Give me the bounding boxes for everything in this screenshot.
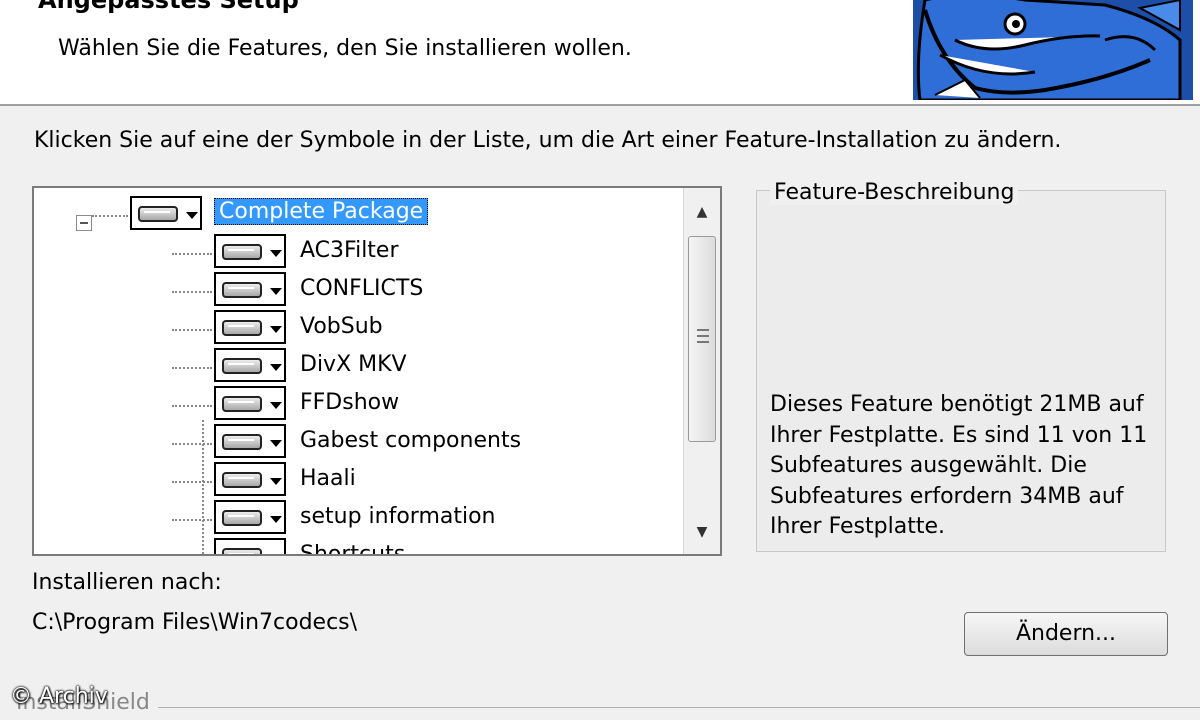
chevron-down-icon	[270, 364, 282, 371]
install-location-label: Installieren nach:	[32, 570, 222, 595]
feature-install-dropdown[interactable]	[214, 348, 286, 382]
feature-install-dropdown[interactable]	[214, 386, 286, 420]
tree-item-label[interactable]: Haali	[300, 466, 356, 491]
feature-install-dropdown[interactable]	[214, 272, 286, 306]
harddisk-icon	[222, 472, 262, 488]
tree-row-root[interactable]: Complete Package	[34, 196, 684, 234]
scroll-up-arrow-icon[interactable]: ▲	[684, 194, 720, 230]
chevron-down-icon	[270, 250, 282, 257]
chevron-down-icon	[186, 212, 198, 219]
tree-item-label[interactable]: Gabest components	[300, 428, 521, 453]
vertical-scrollbar[interactable]: ▲ ▼	[683, 188, 720, 554]
footer-divider	[158, 707, 1200, 708]
feature-install-dropdown[interactable]	[214, 462, 286, 496]
tree-row[interactable]: DivX MKV	[34, 348, 684, 386]
tree-item-label[interactable]: AC3Filter	[300, 238, 399, 263]
harddisk-icon	[222, 358, 262, 374]
scroll-down-arrow-icon[interactable]: ▼	[684, 514, 720, 550]
tree-item-label[interactable]: CONFLICTS	[300, 276, 423, 301]
feature-install-dropdown[interactable]	[130, 196, 202, 230]
chevron-down-icon	[270, 402, 282, 409]
harddisk-icon	[222, 320, 262, 336]
harddisk-icon	[138, 206, 178, 222]
tree-item-label[interactable]: VobSub	[300, 314, 383, 339]
chevron-down-icon	[270, 478, 282, 485]
tree-row[interactable]: Shortcuts	[34, 538, 684, 554]
shark-logo-icon	[913, 0, 1193, 100]
copyright-watermark: © Archiv	[10, 684, 108, 709]
change-location-button[interactable]: Ändern...	[964, 612, 1168, 656]
harddisk-icon	[222, 244, 262, 260]
feature-install-dropdown[interactable]	[214, 310, 286, 344]
chevron-down-icon	[270, 516, 282, 523]
harddisk-icon	[222, 396, 262, 412]
header-banner: Angepasstes Setup Wählen Sie die Feature…	[0, 0, 1200, 106]
tree-row[interactable]: Gabest components	[34, 424, 684, 462]
tree-row[interactable]: VobSub	[34, 310, 684, 348]
tree-row[interactable]: CONFLICTS	[34, 272, 684, 310]
tree-item-label-root[interactable]: Complete Package	[214, 198, 429, 225]
tree-item-label[interactable]: Shortcuts	[300, 542, 405, 554]
feature-install-dropdown[interactable]	[214, 234, 286, 268]
feature-install-dropdown[interactable]	[214, 500, 286, 534]
feature-tree-content: Complete Package AC3Filter CONFLICTS Vob…	[34, 188, 684, 554]
feature-install-dropdown[interactable]	[214, 538, 286, 554]
dialog-subtitle: Wählen Sie die Features, den Sie install…	[58, 36, 632, 61]
chevron-down-icon	[270, 440, 282, 447]
chevron-down-icon	[270, 326, 282, 333]
tree-item-label[interactable]: setup information	[300, 504, 496, 529]
feature-install-dropdown[interactable]	[214, 424, 286, 458]
harddisk-icon	[222, 510, 262, 526]
feature-tree[interactable]: Complete Package AC3Filter CONFLICTS Vob…	[32, 186, 722, 556]
tree-row[interactable]: Haali	[34, 462, 684, 500]
tree-item-label[interactable]: DivX MKV	[300, 352, 407, 377]
tree-item-label[interactable]: FFDshow	[300, 390, 399, 415]
tree-row[interactable]: setup information	[34, 500, 684, 538]
feature-description-title: Feature-Beschreibung	[770, 180, 1019, 205]
collapse-icon[interactable]	[76, 215, 92, 231]
feature-description-text: Dieses Feature benötigt 21MB auf Ihrer F…	[770, 392, 1148, 539]
dialog-title: Angepasstes Setup	[38, 0, 299, 14]
instruction-text: Klicken Sie auf eine der Symbole in der …	[34, 128, 1062, 153]
tree-row[interactable]: FFDshow	[34, 386, 684, 424]
install-location-path: C:\Program Files\Win7codecs\	[32, 610, 358, 635]
harddisk-icon	[222, 434, 262, 450]
scrollbar-thumb[interactable]	[688, 236, 716, 442]
chevron-down-icon	[270, 288, 282, 295]
tree-row[interactable]: AC3Filter	[34, 234, 684, 272]
harddisk-icon	[222, 548, 262, 554]
harddisk-icon	[222, 282, 262, 298]
